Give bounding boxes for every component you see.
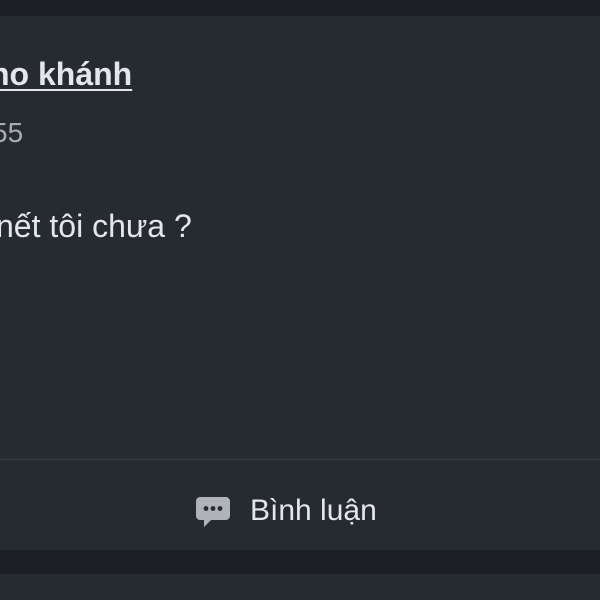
comment-button-label: Bình luận <box>250 494 377 527</box>
post-card: no khánh 55 nết tôi chưa ? Bình luận <box>0 16 600 550</box>
comment-icon <box>196 497 230 527</box>
post-timestamp[interactable]: 55 <box>0 115 23 151</box>
feed-gap <box>0 550 600 574</box>
next-post-card <box>0 574 600 600</box>
post-content-text: nết tôi chưa ? <box>0 208 192 244</box>
action-divider <box>0 459 600 460</box>
comment-button[interactable]: Bình luận <box>180 482 391 540</box>
author-name-link[interactable]: no khánh <box>0 54 132 94</box>
feed-page: no khánh 55 nết tôi chưa ? Bình luận <box>0 0 600 600</box>
